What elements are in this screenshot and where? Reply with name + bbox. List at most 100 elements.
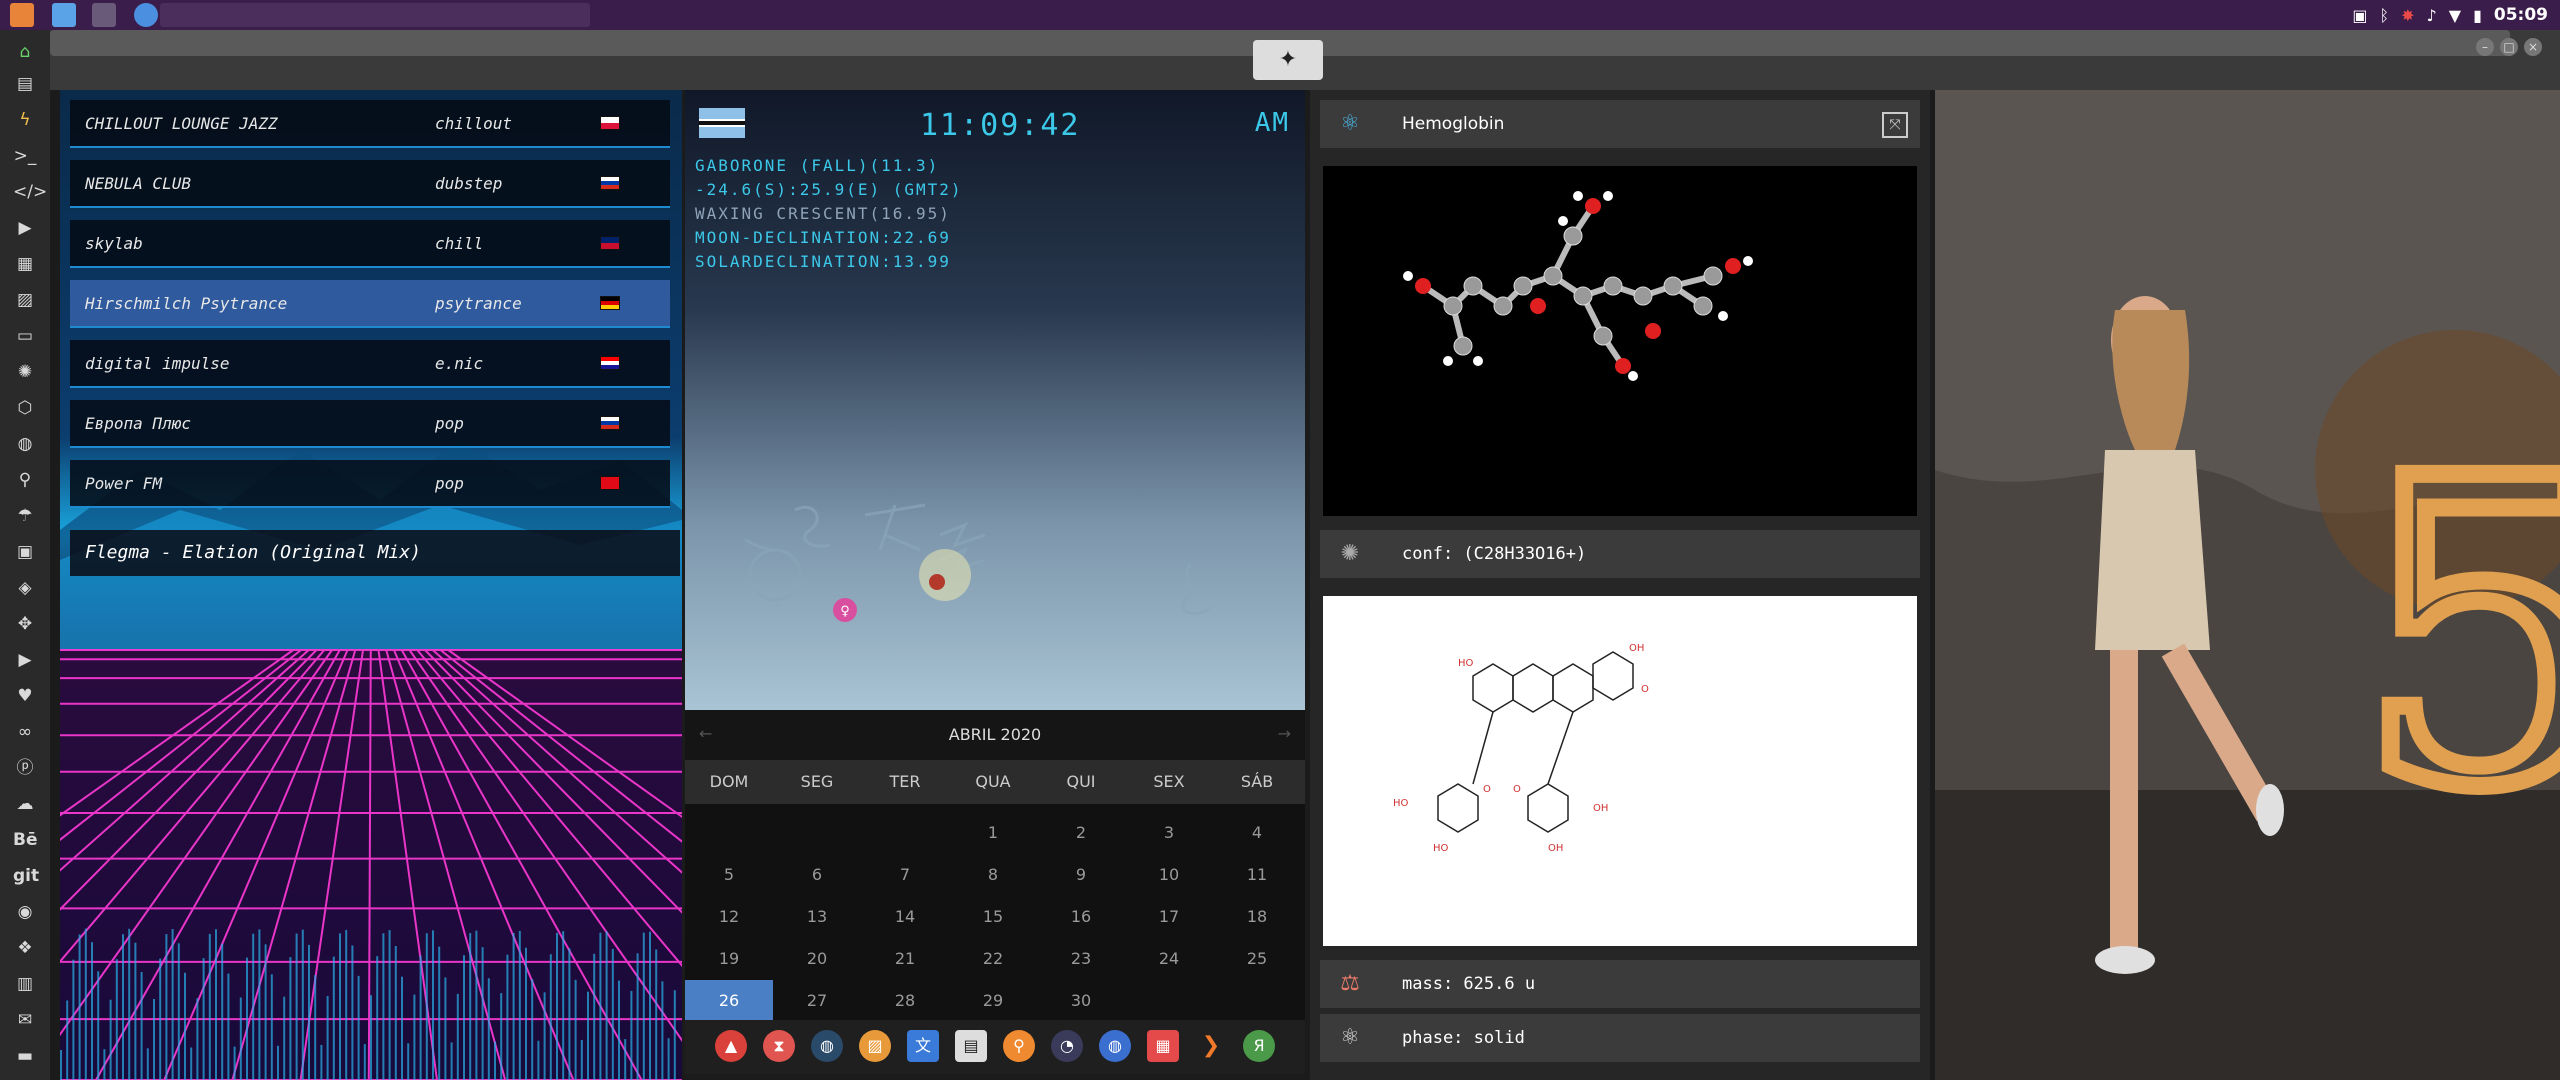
document-icon[interactable]: ▤ bbox=[13, 72, 37, 96]
gear-red-icon[interactable]: ✸ bbox=[2401, 6, 2414, 25]
home-icon[interactable]: ⌂ bbox=[13, 40, 37, 64]
heart-icon[interactable]: ♥ bbox=[13, 684, 37, 708]
calendar-day[interactable]: 22 bbox=[949, 938, 1037, 980]
app-hourglass-icon[interactable]: ⧗ bbox=[763, 1030, 795, 1062]
calendar-day[interactable]: 17 bbox=[1125, 896, 1213, 938]
calendar-day[interactable]: 9 bbox=[1037, 854, 1125, 896]
app-calendar-icon[interactable]: ▦ bbox=[1147, 1030, 1179, 1062]
globe-icon[interactable]: ◍ bbox=[13, 432, 37, 456]
app-search-icon[interactable]: ⚲ bbox=[1003, 1030, 1035, 1062]
app-globe-icon[interactable]: ◍ bbox=[1099, 1030, 1131, 1062]
terminal-icon[interactable]: >_ bbox=[13, 144, 37, 168]
calendar-day[interactable]: 12 bbox=[685, 896, 773, 938]
mars-icon[interactable] bbox=[929, 574, 945, 590]
calendar-day[interactable]: 14 bbox=[861, 896, 949, 938]
lightning-icon[interactable]: ϟ bbox=[13, 108, 37, 132]
calendar-day[interactable]: 16 bbox=[1037, 896, 1125, 938]
station-row[interactable]: CHILLOUT LOUNGE JAZZ chillout bbox=[70, 100, 670, 148]
lastfm-icon[interactable]: ∞ bbox=[13, 720, 37, 744]
calendar-day[interactable]: 3 bbox=[1125, 812, 1213, 854]
calendar-day[interactable]: 20 bbox=[773, 938, 861, 980]
station-row[interactable]: digital impulse e.nic bbox=[70, 340, 670, 388]
maximize-button[interactable]: □ bbox=[2500, 38, 2518, 56]
minimize-button[interactable]: – bbox=[2476, 38, 2494, 56]
top-panel: ▣ ᛒ ✸ ♪ ▼ ▮ 05:09 bbox=[0, 0, 2560, 30]
clock[interactable]: 05:09 bbox=[2494, 5, 2548, 25]
github-icon[interactable]: ◉ bbox=[13, 900, 37, 924]
rebel-emblem-icon[interactable]: ✦ bbox=[1253, 40, 1323, 80]
molecule-3d-view[interactable] bbox=[1323, 166, 1917, 516]
station-row[interactable]: skylab chill bbox=[70, 220, 670, 268]
station-row[interactable]: NEBULA CLUB dubstep bbox=[70, 160, 670, 208]
close-button[interactable]: × bbox=[2524, 38, 2542, 56]
card-icon[interactable]: ▭ bbox=[13, 324, 37, 348]
map-icon[interactable]: ▥ bbox=[13, 972, 37, 996]
picture-icon[interactable]: ▨ bbox=[13, 288, 37, 312]
sublime-launcher-icon[interactable] bbox=[10, 3, 34, 27]
git-icon[interactable]: git bbox=[13, 864, 39, 888]
youtube-icon[interactable]: ▶ bbox=[13, 648, 37, 672]
cubes-icon[interactable]: ❖ bbox=[13, 936, 37, 960]
files-icon[interactable]: ▦ bbox=[13, 252, 37, 276]
calendar-day[interactable]: 23 bbox=[1037, 938, 1125, 980]
calendar-day[interactable]: 6 bbox=[773, 854, 861, 896]
umbrella-icon[interactable]: ☂ bbox=[13, 504, 37, 528]
window-launcher-icon[interactable] bbox=[92, 3, 116, 27]
next-month-arrow-icon[interactable]: → bbox=[1278, 724, 1291, 743]
app-news-icon[interactable]: ▤ bbox=[955, 1030, 987, 1062]
cloud-icon[interactable]: ☁ bbox=[13, 792, 37, 816]
station-row[interactable]: Power FM pop bbox=[70, 460, 670, 508]
calendar-day[interactable]: 13 bbox=[773, 896, 861, 938]
calendar-day[interactable]: 1 bbox=[949, 812, 1037, 854]
calendar-day[interactable]: 7 bbox=[861, 854, 949, 896]
image-icon[interactable]: ▣ bbox=[2352, 6, 2367, 25]
volume-icon[interactable]: ♪ bbox=[2427, 6, 2437, 25]
expand-icon[interactable]: ⤧ bbox=[1882, 112, 1908, 138]
app-arrow-icon[interactable]: ❯ bbox=[1195, 1030, 1227, 1062]
calendar-day[interactable]: 30 bbox=[1037, 980, 1125, 1022]
wifi-icon[interactable]: ▼ bbox=[2449, 6, 2461, 25]
pinterest-icon[interactable]: ⓟ bbox=[13, 756, 37, 780]
molecule-2d-structure[interactable]: HO OH O HO O O HO OH OH bbox=[1323, 596, 1917, 946]
calendar-day[interactable]: 21 bbox=[861, 938, 949, 980]
calendar-day[interactable]: 15 bbox=[949, 896, 1037, 938]
expand-icon[interactable]: ✥ bbox=[13, 612, 37, 636]
calendar-day[interactable]: 2 bbox=[1037, 812, 1125, 854]
tag-icon[interactable]: ◈ bbox=[13, 576, 37, 600]
calendar-day[interactable]: 11 bbox=[1213, 854, 1301, 896]
bluetooth-icon[interactable]: ᛒ bbox=[2380, 6, 2390, 25]
calendar-day[interactable]: 27 bbox=[773, 980, 861, 1022]
chrome-launcher-icon[interactable] bbox=[134, 3, 158, 27]
app-yandex-icon[interactable]: Я bbox=[1243, 1030, 1275, 1062]
mail-icon[interactable]: ✉ bbox=[13, 1008, 37, 1032]
files-launcher-icon[interactable] bbox=[52, 3, 76, 27]
calendar-day[interactable]: 25 bbox=[1213, 938, 1301, 980]
behance-icon[interactable]: Bē bbox=[13, 828, 38, 852]
calendar-day[interactable]: 4 bbox=[1213, 812, 1301, 854]
calendar-day[interactable]: 28 bbox=[861, 980, 949, 1022]
atom-icon[interactable]: ✺ bbox=[13, 360, 37, 384]
app-triangle-icon[interactable]: ▲ bbox=[715, 1030, 747, 1062]
calendar-day-today[interactable]: 26 bbox=[685, 980, 773, 1022]
calendar-day[interactable]: 24 bbox=[1125, 938, 1213, 980]
calendar-day[interactable]: 18 bbox=[1213, 896, 1301, 938]
contact-icon[interactable]: ▣ bbox=[13, 540, 37, 564]
play-icon[interactable]: ▶ bbox=[13, 216, 37, 240]
hexagon-icon[interactable]: ⬡ bbox=[13, 396, 37, 420]
battery-icon[interactable]: ▮ bbox=[2473, 6, 2482, 25]
calendar-day[interactable]: 10 bbox=[1125, 854, 1213, 896]
app-earth-icon[interactable]: ◍ bbox=[811, 1030, 843, 1062]
prev-month-arrow-icon[interactable]: ← bbox=[699, 724, 712, 743]
calendar-day[interactable]: 19 bbox=[685, 938, 773, 980]
drive-icon[interactable]: ▬ bbox=[13, 1044, 37, 1068]
app-photo-icon[interactable]: ▨ bbox=[859, 1030, 891, 1062]
app-clock-icon[interactable]: ◔ bbox=[1051, 1030, 1083, 1062]
calendar-day[interactable]: 29 bbox=[949, 980, 1037, 1022]
calendar-day[interactable]: 5 bbox=[685, 854, 773, 896]
search-icon[interactable]: ⚲ bbox=[13, 468, 37, 492]
station-row[interactable]: Европа Плюс pop bbox=[70, 400, 670, 448]
code-icon[interactable]: </> bbox=[13, 180, 47, 204]
app-translate-icon[interactable]: 文 bbox=[907, 1030, 939, 1062]
calendar-day[interactable]: 8 bbox=[949, 854, 1037, 896]
station-row[interactable]: Hirschmilch Psytrance psytrance bbox=[70, 280, 670, 328]
